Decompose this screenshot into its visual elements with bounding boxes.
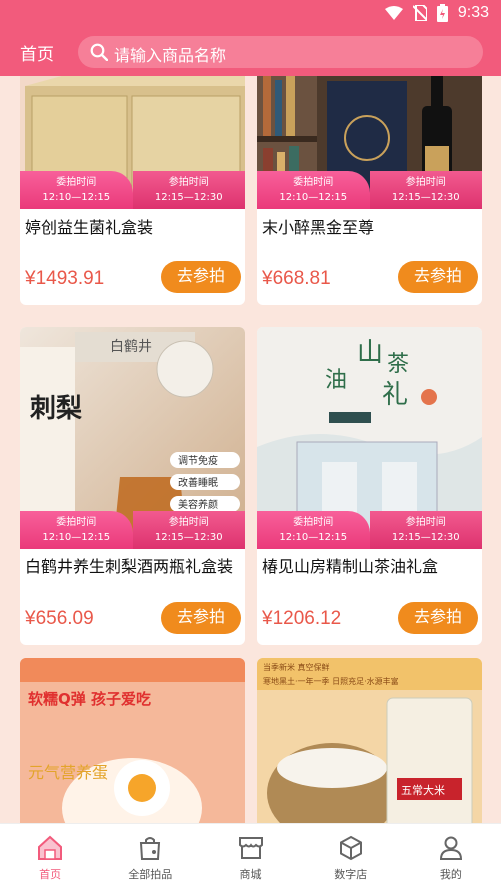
cube-icon: [339, 835, 362, 861]
image-tag-text: 调节免疫: [178, 454, 218, 467]
product-title: 白鹤井养生刺梨酒两瓶礼盒装: [25, 557, 234, 576]
no-sim-icon: [412, 5, 427, 21]
image-brand-text: 白鹤井: [110, 339, 152, 355]
image-slogan-text: 软糯Q弹 孩子爱吃: [28, 690, 151, 708]
image-brand-text: 礼: [382, 380, 408, 410]
product-price: ¥656.09: [25, 608, 94, 629]
home-icon: [38, 835, 63, 860]
entrust-time: 12:10—12:15: [279, 532, 348, 543]
join-bid-button[interactable]: 去参拍: [398, 602, 478, 634]
product-grid: 委拍时间 12:10—12:15 参拍时间 12:15—12:30 婷创益生菌礼盒装…: [0, 76, 501, 823]
tab-mall[interactable]: 商城: [200, 824, 300, 890]
product-card[interactable]: 委拍时间 12:10—12:15 参拍时间 12:15—12:30 婷创益生菌礼盒装…: [20, 76, 245, 305]
product-image: 当季新米 真空保鲜 寒地黑土·一年一季 日照充足·水源丰富 五常大米: [257, 658, 482, 823]
image-tag-text: 改善睡眠: [178, 476, 218, 489]
time-strip: 委拍时间 12:10—12:15 参拍时间 12:15—12:30: [257, 171, 482, 209]
join-bid-button[interactable]: 去参拍: [398, 261, 478, 293]
tab-home[interactable]: 首页: [0, 824, 100, 890]
time-strip: 委拍时间 12:10—12:15 参拍时间 12:15—12:30: [20, 171, 245, 209]
status-bar: 9:33: [0, 0, 501, 28]
tab-label: 数字店: [334, 868, 368, 881]
image-slogan-text: 寒地黑土·一年一季 日照充足·水源丰富: [263, 676, 399, 686]
product-price: ¥1493.91: [25, 268, 105, 289]
page-title: 首页: [20, 45, 54, 65]
tab-label: 商城: [239, 868, 262, 881]
product-card[interactable]: 委拍时间 12:10—12:15 参拍时间 12:15—12:30 末小醉黑金至尊 …: [257, 76, 482, 305]
image-product-text: 刺梨: [30, 394, 82, 424]
search-input[interactable]: 请输入商品名称: [78, 36, 483, 68]
entrust-time-label: 委拍时间: [293, 177, 334, 188]
product-price: ¥668.81: [262, 268, 331, 289]
bid-time: 12:15—12:30: [154, 192, 223, 203]
wifi-icon: [384, 6, 403, 20]
product-card[interactable]: 软糯Q弹 孩子爱吃 元气营养蛋: [20, 658, 245, 823]
entrust-time-label: 委拍时间: [56, 517, 97, 528]
product-title: 椿见山房精制山茶油礼盒: [262, 557, 439, 576]
entrust-time-label: 委拍时间: [56, 177, 97, 188]
time-strip: 委拍时间 12:10—12:15 参拍时间 12:15—12:30: [20, 511, 245, 549]
bag-icon: [140, 837, 161, 860]
product-title: 婷创益生菌礼盒装: [25, 218, 154, 237]
entrust-time-label: 委拍时间: [293, 517, 334, 528]
entrust-time: 12:10—12:15: [42, 532, 111, 543]
tab-label: 我的: [439, 868, 462, 881]
product-card[interactable]: 白鹤井 刺梨 调节免疫 改善睡眠 美容养颜 委拍时间 12:10—12:15 参拍…: [20, 327, 245, 645]
battery-icon: [436, 4, 448, 22]
time-strip: 委拍时间 12:10—12:15 参拍时间 12:15—12:30: [257, 511, 482, 549]
bid-time-label: 参拍时间: [168, 517, 209, 528]
search-placeholder: 请输入商品名称: [114, 46, 227, 65]
image-bag-text: 五常大米: [401, 783, 445, 797]
bid-time-label: 参拍时间: [405, 517, 446, 528]
join-bid-button[interactable]: 去参拍: [161, 602, 241, 634]
tab-label: 首页: [39, 868, 62, 881]
image-brand-text: 山: [357, 338, 383, 368]
image-tag-text: 美容养颜: [178, 498, 218, 511]
image-top-text: 当季新米 真空保鲜: [263, 662, 330, 672]
status-time: 9:33: [457, 4, 489, 21]
image-brand-text: 油: [325, 368, 347, 393]
header: 首页 请输入商品名称: [0, 28, 501, 76]
bid-time-label: 参拍时间: [405, 177, 446, 188]
join-bid-button[interactable]: 去参拍: [161, 261, 241, 293]
product-title: 末小醉黑金至尊: [262, 218, 375, 237]
shop-icon: [238, 837, 263, 859]
entrust-time: 12:10—12:15: [279, 192, 348, 203]
bottom-tab-bar: 首页 全部拍品 商城 数字店 我的: [0, 823, 501, 890]
product-card[interactable]: 当季新米 真空保鲜 寒地黑土·一年一季 日照充足·水源丰富 五常大米: [257, 658, 482, 823]
bid-time: 12:15—12:30: [391, 532, 460, 543]
bid-time: 12:15—12:30: [391, 192, 460, 203]
tab-label: 全部拍品: [128, 868, 173, 881]
image-label-text: 元气营养蛋: [28, 763, 108, 782]
search-icon: [90, 43, 108, 61]
bid-time-label: 参拍时间: [168, 177, 209, 188]
product-image: 软糯Q弹 孩子爱吃 元气营养蛋: [20, 658, 245, 823]
image-brand-text: 茶: [387, 352, 409, 377]
tab-mine[interactable]: 我的: [401, 824, 501, 890]
product-price: ¥1206.12: [262, 608, 342, 629]
tab-digital-store[interactable]: 数字店: [301, 824, 401, 890]
tab-all-lots[interactable]: 全部拍品: [100, 824, 200, 890]
user-icon: [439, 836, 462, 860]
entrust-time: 12:10—12:15: [42, 192, 111, 203]
product-card[interactable]: 山 茶 油 礼 委拍时间 12:10—12:15 参拍时间 12:15—12:30 …: [257, 327, 482, 645]
bid-time: 12:15—12:30: [154, 532, 223, 543]
